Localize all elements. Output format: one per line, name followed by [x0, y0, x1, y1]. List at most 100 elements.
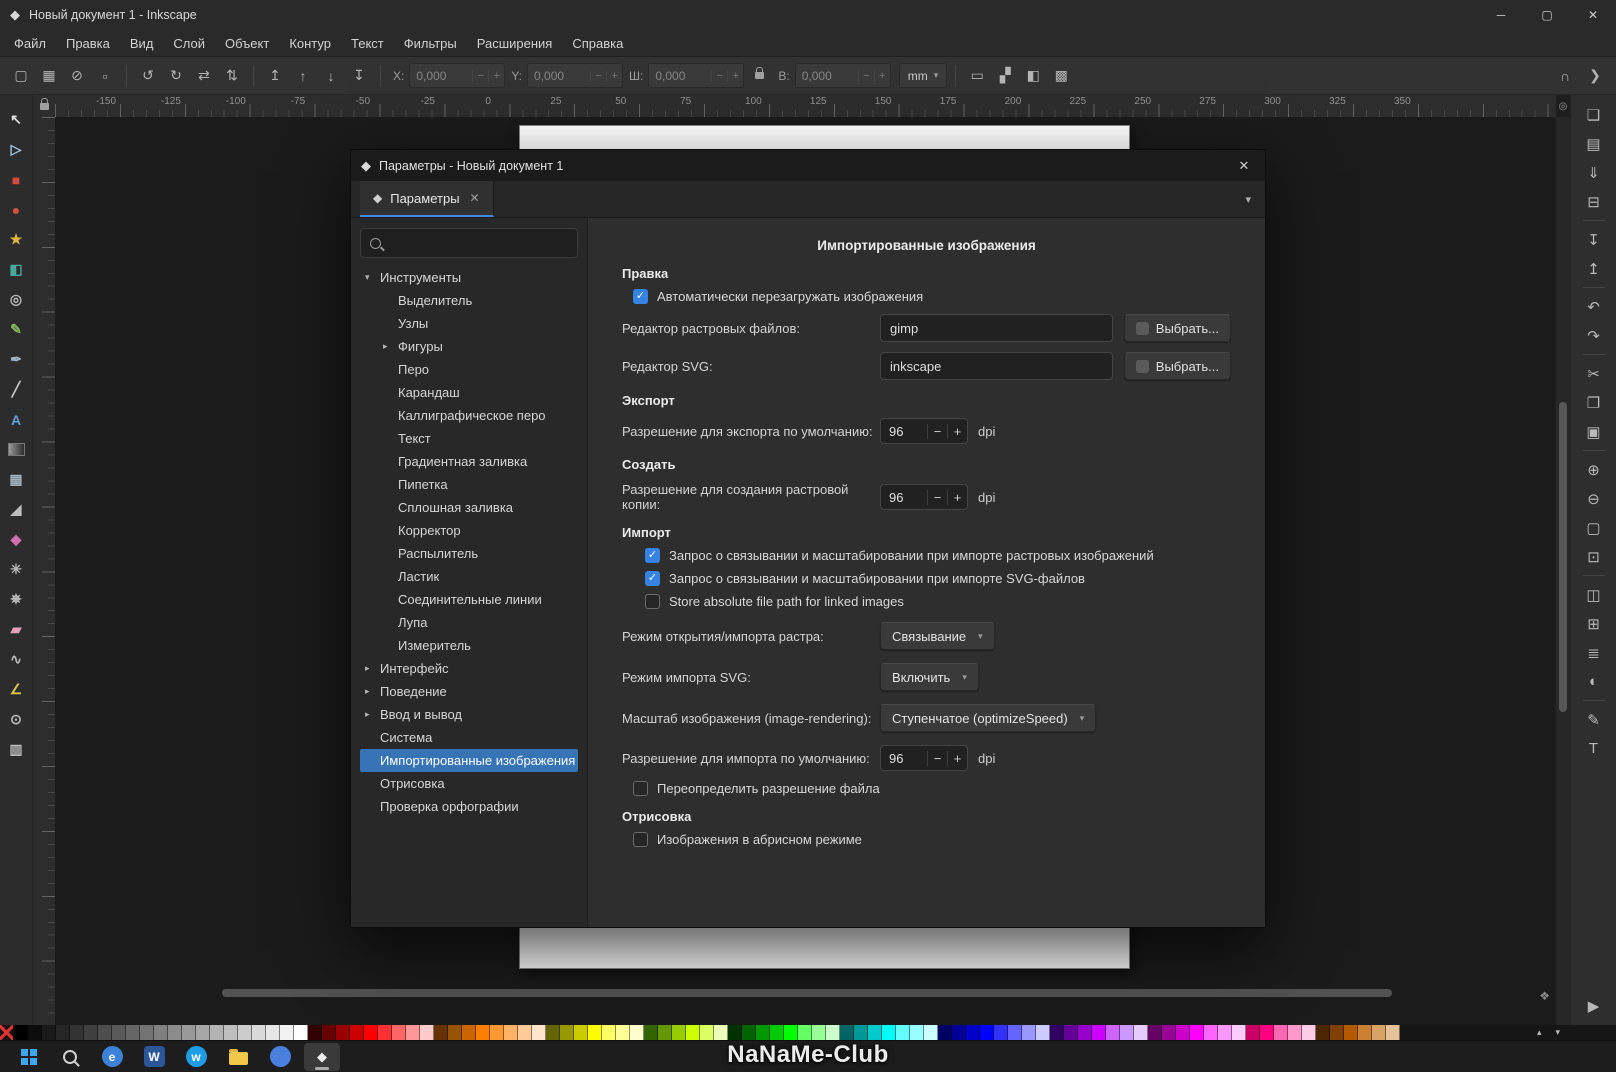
paste-button[interactable]: ▣ — [1579, 418, 1609, 445]
height-field[interactable]: 0,000 − + — [794, 63, 891, 88]
palette-swatch[interactable] — [630, 1025, 644, 1040]
palette-swatch[interactable] — [1246, 1025, 1260, 1040]
layers-dialog-button[interactable]: ≣ — [1579, 639, 1609, 666]
taskbar-edge-browser-button[interactable]: e — [94, 1043, 130, 1071]
raise-button[interactable]: ↑ — [290, 63, 316, 89]
palette-swatch[interactable] — [602, 1025, 616, 1040]
palette-swatch[interactable] — [616, 1025, 630, 1040]
palette-swatch[interactable] — [504, 1025, 518, 1040]
dialog-close-button[interactable]: ✕ — [1223, 150, 1265, 181]
palette-swatch[interactable] — [56, 1025, 70, 1040]
redo-button[interactable]: ↷ — [1579, 322, 1609, 349]
open-document-button[interactable]: ▤ — [1579, 130, 1609, 157]
palette-swatch[interactable] — [560, 1025, 574, 1040]
palette-swatch[interactable] — [70, 1025, 84, 1040]
tree-expander-icon[interactable]: ▸ — [383, 341, 398, 352]
palette-swatch[interactable] — [364, 1025, 378, 1040]
palette-swatch[interactable] — [686, 1025, 700, 1040]
pref-tree-item-3[interactable]: ▸ Фигуры — [360, 335, 578, 358]
print-document-button[interactable]: ⊟ — [1579, 188, 1609, 215]
duplicate-button[interactable]: ◫ — [1579, 581, 1609, 608]
group-objects-button[interactable]: ⊞ — [1579, 610, 1609, 637]
y-position-field[interactable]: 0,000 − + — [527, 63, 624, 88]
palette-swatch[interactable] — [1134, 1025, 1148, 1040]
menu-item-1[interactable]: Правка — [56, 32, 120, 55]
snap-controls-button[interactable]: ◎ — [1556, 97, 1570, 115]
width-increment-button[interactable]: + — [727, 69, 743, 82]
pref-tree-item-15[interactable]: Лупа — [360, 611, 578, 634]
spiral-tool-button[interactable]: ◎ — [2, 285, 30, 314]
palette-swatch[interactable] — [350, 1025, 364, 1040]
menu-item-2[interactable]: Вид — [120, 32, 164, 55]
pref-tree-item-23[interactable]: Проверка орфографии — [360, 795, 578, 818]
palette-swatch[interactable] — [1274, 1025, 1288, 1040]
pref-tree-item-12[interactable]: Распылитель — [360, 542, 578, 565]
export-image-button[interactable]: ↥ — [1579, 255, 1609, 282]
pencil-tool-button[interactable]: ✎ — [2, 315, 30, 344]
palette-swatch[interactable] — [1260, 1025, 1274, 1040]
ellipse-tool-button[interactable]: ● — [2, 195, 30, 224]
palette-swatch[interactable] — [1330, 1025, 1344, 1040]
palette-swatch[interactable] — [1232, 1025, 1246, 1040]
rotate-ccw-button[interactable]: ↺ — [135, 63, 161, 89]
palette-swatch[interactable] — [308, 1025, 322, 1040]
pref-tree-item-17[interactable]: ▸ Интерфейс — [360, 657, 578, 680]
undo-button[interactable]: ↶ — [1579, 293, 1609, 320]
palette-swatch[interactable] — [1022, 1025, 1036, 1040]
rotate-cw-button[interactable]: ↻ — [163, 63, 189, 89]
svg-editor-choose-button[interactable]: Выбрать... — [1123, 352, 1231, 380]
select-all-button[interactable]: ▢ — [8, 63, 34, 89]
width-field[interactable]: 0,000 − + — [648, 63, 745, 88]
raise-to-top-button[interactable]: ↥ — [262, 63, 288, 89]
palette-swatch[interactable] — [812, 1025, 826, 1040]
palette-swatch[interactable] — [1344, 1025, 1358, 1040]
menu-item-5[interactable]: Контур — [279, 32, 341, 55]
export-dpi-increment-button[interactable]: + — [947, 423, 967, 439]
palette-swatch[interactable] — [924, 1025, 938, 1040]
star-tool-button[interactable]: ★ — [2, 225, 30, 254]
pref-tree-item-19[interactable]: ▸ Ввод и вывод — [360, 703, 578, 726]
svg-import-mode-dropdown[interactable]: Включить ▾ — [880, 663, 979, 691]
pref-tree-item-11[interactable]: Корректор — [360, 519, 578, 542]
palette-swatch[interactable] — [490, 1025, 504, 1040]
select-all-layers-button[interactable]: ▦ — [36, 63, 62, 89]
palette-swatch[interactable] — [1288, 1025, 1302, 1040]
palette-swatch[interactable] — [672, 1025, 686, 1040]
deselect-button[interactable]: ⊘ — [64, 63, 90, 89]
palette-swatch[interactable] — [1120, 1025, 1134, 1040]
palette-swatch[interactable] — [448, 1025, 462, 1040]
palette-swatch[interactable] — [1148, 1025, 1162, 1040]
unit-dropdown[interactable]: mm ▾ — [898, 63, 948, 88]
zoom-drawing-button[interactable]: ⊡ — [1579, 543, 1609, 570]
create-dpi-spinbox[interactable]: 96 − + — [880, 484, 968, 510]
palette-swatch[interactable] — [980, 1025, 994, 1040]
tweak-tool-button[interactable]: ✳ — [2, 555, 30, 584]
export-dpi-decrement-button[interactable]: − — [927, 423, 947, 439]
palette-swatch[interactable] — [210, 1025, 224, 1040]
y-increment-button[interactable]: + — [606, 69, 622, 82]
pref-tree-item-22[interactable]: Отрисовка — [360, 772, 578, 795]
height-increment-button[interactable]: + — [873, 69, 890, 82]
mesh-gradient-tool-button[interactable]: ▦ — [2, 465, 30, 494]
connector-tool-button[interactable]: ∿ — [2, 645, 30, 674]
pen-tool-button[interactable]: ✒ — [2, 345, 30, 374]
x-increment-button[interactable]: + — [488, 69, 504, 82]
menu-item-6[interactable]: Текст — [341, 32, 394, 55]
pref-tree-item-4[interactable]: Перо — [360, 358, 578, 381]
taskbar-browser-button[interactable] — [262, 1043, 298, 1071]
toolbar-overflow-button[interactable]: ❯ — [1582, 63, 1608, 89]
bitmap-editor-input[interactable]: gimp — [880, 314, 1113, 342]
palette-swatch[interactable] — [336, 1025, 350, 1040]
pref-tree-item-10[interactable]: Сплошная заливка — [360, 496, 578, 519]
palette-swatch[interactable] — [1078, 1025, 1092, 1040]
palette-swatch[interactable] — [28, 1025, 42, 1040]
palette-swatch[interactable] — [434, 1025, 448, 1040]
calligraphy-tool-button[interactable]: ╱ — [2, 375, 30, 404]
palette-swatch[interactable] — [168, 1025, 182, 1040]
transform-gradient-toggle-button[interactable]: ◧ — [1020, 63, 1046, 89]
pref-tree-item-7[interactable]: Текст — [360, 427, 578, 450]
x-position-field[interactable]: 0,000 − + — [409, 63, 506, 88]
palette-swatch[interactable] — [1372, 1025, 1386, 1040]
close-button[interactable]: ✕ — [1570, 0, 1616, 30]
palette-swatch[interactable] — [1316, 1025, 1330, 1040]
